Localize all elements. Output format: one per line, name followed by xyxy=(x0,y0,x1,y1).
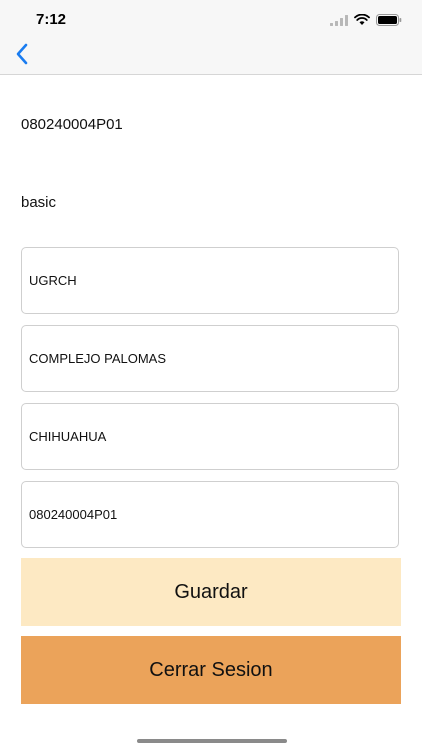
save-button[interactable]: Guardar xyxy=(21,558,401,626)
home-indicator xyxy=(137,739,287,743)
field-2-container xyxy=(21,325,399,392)
field-2-input[interactable] xyxy=(29,326,389,391)
back-button[interactable] xyxy=(8,42,36,70)
chevron-left-icon xyxy=(15,43,29,70)
field-3-input[interactable] xyxy=(29,404,389,469)
field-4-input[interactable] xyxy=(29,482,389,547)
status-bar: 7:12 xyxy=(0,0,422,40)
field-3-container xyxy=(21,403,399,470)
field-1-input[interactable] xyxy=(29,248,389,313)
user-code-label: 080240004P01 xyxy=(21,116,123,133)
field-4-container xyxy=(21,481,399,548)
plan-label: basic xyxy=(21,194,57,211)
wifi-icon xyxy=(354,13,370,31)
signal-icon xyxy=(330,13,348,31)
status-icons xyxy=(330,13,402,31)
field-1-container xyxy=(21,247,399,314)
logout-button[interactable]: Cerrar Sesion xyxy=(21,636,401,704)
status-time: 7:12 xyxy=(36,11,67,28)
navigation-bar xyxy=(0,40,422,75)
battery-icon xyxy=(376,13,402,31)
